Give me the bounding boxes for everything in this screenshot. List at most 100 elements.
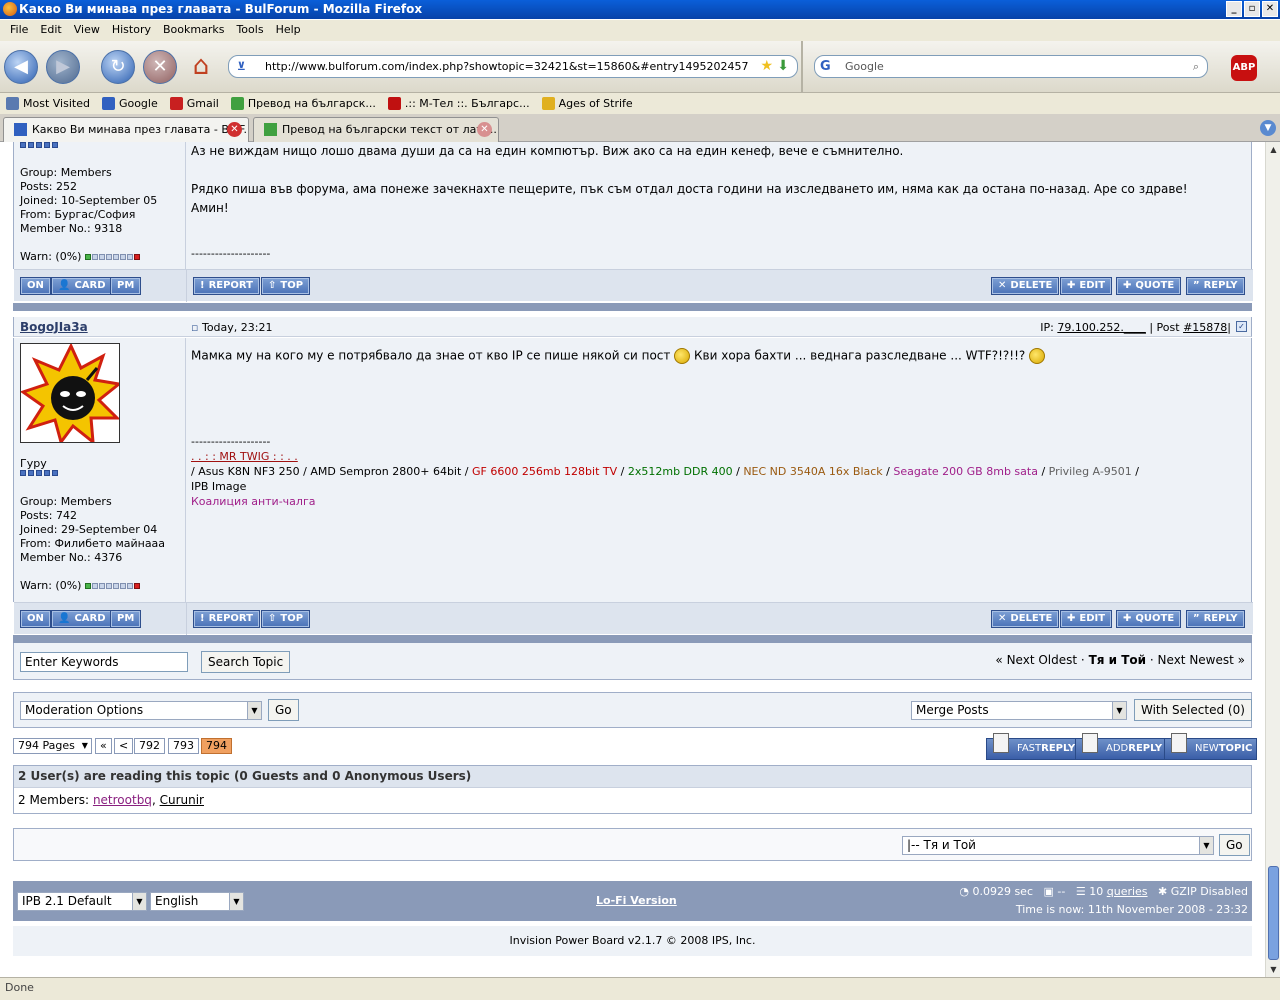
bookmark-star-icon[interactable]: ★	[760, 56, 773, 77]
menu-bookmarks[interactable]: Bookmarks	[157, 20, 230, 41]
top-button[interactable]: ⇧ TOP	[261, 610, 311, 628]
bookmark-google[interactable]: Google	[101, 93, 158, 114]
reply-button[interactable]: ” REPLY	[1186, 610, 1245, 628]
delete-button[interactable]: ✕ DELETE	[991, 277, 1060, 295]
top-button[interactable]: ⇧ TOP	[261, 277, 311, 295]
topic-navigation: « Next Oldest · Тя и Той · Next Newest »	[995, 653, 1245, 667]
footer-stats: ◔ 0.0929 sec ▣ -- ☰ 10 queries ✱ GZIP Di…	[959, 885, 1248, 898]
menu-help[interactable]: Help	[270, 20, 307, 41]
menu-history[interactable]: History	[106, 20, 157, 41]
report-button[interactable]: ! REPORT	[193, 277, 260, 295]
quote-button[interactable]: ✚ QUOTE	[1116, 277, 1182, 295]
search-topic-button[interactable]: Search Topic	[201, 651, 291, 673]
add-reply-button[interactable]: ADDREPLY	[1075, 733, 1168, 760]
ip-link[interactable]: 79.100.252.____	[1057, 321, 1145, 334]
signature-specs: / Asus K8N NF3 250 / AMD Sempron 2800+ 6…	[191, 465, 1139, 478]
user-icon: 👤	[58, 613, 71, 624]
member-link-netrootbq[interactable]: netrootbq	[93, 793, 152, 807]
post-author-link[interactable]: BogoJIa3a	[20, 320, 88, 334]
pages-dropdown[interactable]: 794 Pages ▼	[13, 738, 92, 754]
warn-bar[interactable]	[84, 583, 140, 589]
select-post-checkbox[interactable]: ✓	[1236, 321, 1247, 332]
delete-button[interactable]: ✕ DELETE	[991, 610, 1060, 628]
next-newest-link[interactable]: Next Newest »	[1158, 653, 1245, 667]
member-number: Member No.: 9318	[20, 222, 123, 235]
menu-file[interactable]: File	[4, 20, 34, 41]
forward-icon[interactable]: ▶	[46, 50, 80, 84]
first-page-link[interactable]: «	[95, 738, 112, 754]
report-button[interactable]: ! REPORT	[193, 610, 260, 628]
scroll-thumb[interactable]	[1268, 866, 1279, 960]
keyword-search-input[interactable]: Enter Keywords	[20, 652, 188, 672]
edit-button[interactable]: ✚ EDIT	[1060, 277, 1113, 295]
document-icon	[1171, 733, 1187, 753]
prev-page-link[interactable]: <	[114, 738, 134, 754]
online-button[interactable]: ON	[20, 610, 51, 628]
menu-view[interactable]: View	[68, 20, 106, 41]
url-bar[interactable]: ⊻ http://www.bulforum.com/index.php?show…	[228, 55, 798, 78]
lofi-version-link[interactable]: Lo-Fi Version	[596, 894, 677, 907]
go-arrow-icon[interactable]: ⬇	[777, 56, 789, 77]
close-tab-icon[interactable]: ✕	[227, 122, 242, 137]
rank-pips	[20, 470, 58, 476]
window-title: Какво Ви минава през главата - BulForum …	[19, 2, 423, 16]
home-icon[interactable]: ⌂	[185, 51, 217, 83]
edit-button[interactable]: ✚ EDIT	[1060, 610, 1113, 628]
forum-jump-select[interactable]: |-- Тя и Той ▼	[902, 836, 1214, 855]
site-favicon-icon: ⊻	[237, 60, 246, 73]
page-792-link[interactable]: 792	[134, 738, 165, 754]
reply-button[interactable]: ” REPLY	[1186, 277, 1245, 295]
plus-icon: ✚	[1123, 280, 1132, 291]
bookmark-translate[interactable]: Превод на българск...	[230, 93, 376, 114]
maximize-button[interactable]: ▫	[1244, 1, 1260, 17]
close-window-button[interactable]: ✕	[1262, 1, 1278, 17]
next-oldest-link[interactable]: « Next Oldest	[995, 653, 1077, 667]
queries-link[interactable]: queries	[1107, 885, 1148, 898]
language-select[interactable]: English ▼	[150, 892, 244, 911]
tab-bulforum[interactable]: Какво Ви минава през главата - BulF... ✕	[3, 117, 249, 142]
menu-tools[interactable]: Tools	[230, 20, 269, 41]
search-icon[interactable]: ⌕	[1193, 56, 1199, 77]
menu-edit[interactable]: Edit	[34, 20, 67, 41]
reload-icon[interactable]: ↻	[101, 50, 135, 84]
search-input[interactable]: G Google ⌕	[814, 55, 1208, 78]
stop-icon[interactable]: ✕	[143, 50, 177, 84]
google-engine-icon[interactable]: G	[820, 58, 831, 75]
warn-bar[interactable]	[84, 254, 140, 260]
tab-list-icon[interactable]: ▼	[1260, 120, 1276, 136]
member-link-curunir[interactable]: Curunir	[160, 793, 204, 807]
new-topic-button[interactable]: NEWTOPIC	[1164, 733, 1258, 760]
post-1-text-line-1: Аз не виждам нищо лошо двама души да са …	[191, 144, 904, 158]
fast-reply-button[interactable]: FASTREPLY	[986, 733, 1081, 760]
bookmark-gmail[interactable]: Gmail	[169, 93, 219, 114]
merge-posts-select[interactable]: Merge Posts ▼	[911, 701, 1127, 720]
page-793-link[interactable]: 793	[168, 738, 199, 754]
bookmark-mtel[interactable]: .:: М-Тел ::. Българс...	[387, 93, 530, 114]
skin-select[interactable]: IPB 2.1 Default ▼	[17, 892, 147, 911]
post-number-link[interactable]: #15878	[1183, 321, 1227, 334]
with-selected-button[interactable]: With Selected (0)	[1134, 699, 1252, 721]
adblock-icon[interactable]: ABP	[1231, 55, 1257, 81]
warn-level: Warn: (0%)	[20, 250, 140, 263]
close-tab-icon[interactable]: ✕	[477, 122, 492, 137]
star-icon	[541, 97, 555, 110]
document-icon	[1082, 733, 1098, 753]
minimize-button[interactable]: _	[1226, 1, 1242, 17]
page-scrollbar[interactable]: ▲ ▼	[1265, 142, 1280, 977]
moderation-options-select[interactable]: Moderation Options ▼	[20, 701, 262, 720]
pm-button[interactable]: PM	[110, 277, 142, 295]
card-button[interactable]: 👤 CARD	[51, 277, 113, 295]
tab-translate[interactable]: Превод на български текст от лати... ✕	[253, 117, 499, 142]
bookmark-most-visited[interactable]: Most Visited	[6, 93, 90, 114]
house-icon	[230, 97, 244, 110]
forum-jump-go-button[interactable]: Go	[1219, 834, 1250, 856]
moderation-go-button[interactable]: Go	[268, 699, 299, 721]
card-button[interactable]: 👤 CARD	[51, 610, 113, 628]
online-button[interactable]: ON	[20, 277, 51, 295]
bookmark-ages-of-strife[interactable]: Ages of Strife	[541, 93, 633, 114]
search-placeholder: Google	[845, 60, 884, 73]
quote-button[interactable]: ✚ QUOTE	[1116, 610, 1182, 628]
post-2-signature-separator: --------------------	[191, 435, 271, 448]
pm-button[interactable]: PM	[110, 610, 142, 628]
back-icon[interactable]: ◀	[4, 50, 38, 84]
